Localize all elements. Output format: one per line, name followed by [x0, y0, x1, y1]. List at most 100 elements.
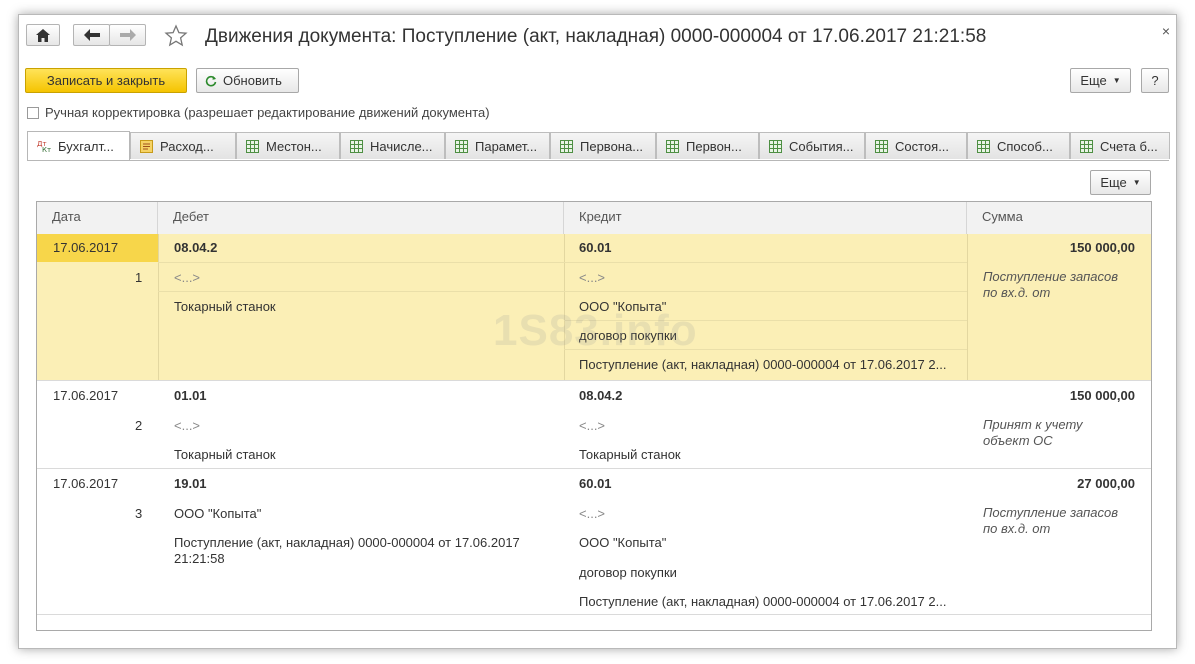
table-icon — [977, 139, 990, 153]
column-header-date[interactable]: Дата — [37, 202, 158, 234]
tab-label: Счета б... — [1100, 138, 1158, 154]
save-and-close-label: Записать и закрыть — [46, 73, 166, 88]
debit-subconto-2: Токарный станок — [174, 299, 276, 314]
tab-accruals[interactable]: Начисле... — [340, 132, 445, 159]
table-icon — [455, 139, 468, 153]
credit-subconto-2: Токарный станок — [579, 447, 681, 462]
tab-label: Состоя... — [895, 138, 950, 154]
debit-account: 08.04.2 — [174, 240, 218, 255]
credit-subconto-1: <...> — [579, 418, 606, 433]
credit-account: 60.01 — [579, 476, 612, 491]
table-icon — [246, 139, 259, 153]
debit-subconto-2: Поступление (акт, накладная) 0000-000004… — [174, 535, 520, 550]
tab-states[interactable]: Состоя... — [865, 132, 967, 159]
forward-button[interactable] — [109, 24, 146, 46]
tab-methods[interactable]: Способ... — [967, 132, 1070, 159]
row-number: 2 — [135, 418, 143, 433]
grid-more-button[interactable]: Еще ▼ — [1090, 170, 1151, 195]
table-icon — [350, 139, 363, 153]
close-icon[interactable]: × — [1162, 23, 1170, 39]
row-sum: 150 000,00 — [1069, 240, 1135, 255]
row-sum: 27 000,00 — [1077, 476, 1135, 491]
tab-label: Местон... — [266, 138, 322, 154]
grid-more-label: Еще — [1100, 175, 1127, 190]
entries-table: Дата Дебет Кредит Сумма 17.06.2017 1 08.… — [36, 201, 1152, 631]
manual-edit-checkbox[interactable] — [27, 106, 39, 119]
row-content-line-2: по вх.д. от — [983, 521, 1051, 536]
window-title: Движения документа: Поступление (акт, на… — [205, 26, 987, 47]
favorite-star-icon[interactable] — [164, 24, 188, 51]
table-row[interactable]: 17.06.2017 2 01.01 <...> Токарный станок… — [37, 381, 1151, 469]
title-bar: Движения документа: Поступление (акт, на… — [19, 15, 1176, 59]
debit-subconto-1: <...> — [174, 418, 201, 433]
credit-subconto-1: <...> — [579, 270, 606, 285]
row-number: 3 — [135, 506, 143, 521]
credit-subconto-1: <...> — [579, 506, 606, 521]
document-movements-window: Движения документа: Поступление (акт, на… — [18, 14, 1177, 649]
row-date: 17.06.2017 — [53, 388, 119, 403]
debit-subconto-2: Токарный станок — [174, 447, 276, 462]
tab-parameters[interactable]: Парамет... — [445, 132, 550, 159]
chevron-down-icon: ▼ — [1112, 76, 1121, 85]
site-watermark: 1S83.info — [493, 306, 698, 355]
credit-account: 60.01 — [579, 240, 612, 255]
row-sum: 150 000,00 — [1069, 388, 1135, 403]
back-button[interactable] — [73, 24, 110, 46]
arrow-left-icon — [83, 29, 100, 41]
row-divider — [158, 262, 967, 263]
column-divider — [158, 234, 159, 380]
credit-subconto-4: Поступление (акт, накладная) 0000-000004… — [579, 594, 947, 609]
manual-edit-row: Ручная корректировка (разрешает редактир… — [27, 105, 490, 120]
tab-label: Первона... — [580, 138, 644, 154]
svg-text:Кт: Кт — [42, 146, 51, 153]
home-icon — [36, 28, 50, 42]
row-content-line-1: Поступление запасов — [983, 505, 1119, 520]
column-header-credit[interactable]: Кредит — [564, 202, 967, 234]
tab-accounts[interactable]: Счета б... — [1070, 132, 1170, 159]
table-icon — [1080, 139, 1093, 153]
chevron-down-icon: ▼ — [1132, 178, 1141, 187]
tab-label: Начисле... — [370, 138, 433, 154]
row-content-line-1: Принят к учету — [983, 417, 1083, 432]
tab-accounting[interactable]: Дт Кт Бухгалт... — [27, 131, 130, 160]
refresh-icon — [205, 75, 217, 87]
help-button[interactable]: ? — [1141, 68, 1169, 93]
row-divider — [158, 291, 967, 292]
table-icon — [875, 139, 888, 153]
tab-label: Первон... — [686, 138, 742, 154]
debit-subconto-2-cont: 21:21:58 — [174, 551, 225, 566]
table-row[interactable]: 17.06.2017 3 19.01 ООО "Копыта" Поступле… — [37, 469, 1151, 615]
column-divider — [967, 234, 968, 380]
save-and-close-button[interactable]: Записать и закрыть — [25, 68, 187, 93]
more-menu-button[interactable]: Еще ▼ — [1070, 68, 1131, 93]
tab-location[interactable]: Местон... — [236, 132, 340, 159]
table-icon — [769, 139, 782, 153]
credit-account: 08.04.2 — [579, 388, 623, 403]
more-label: Еще — [1080, 73, 1107, 88]
tab-events[interactable]: События... — [759, 132, 865, 159]
tab-label: Способ... — [997, 138, 1053, 154]
debit-account: 19.01 — [174, 476, 207, 491]
row-number: 1 — [135, 270, 143, 285]
home-button[interactable] — [26, 24, 60, 46]
credit-subconto-2: ООО "Копыта" — [579, 535, 667, 550]
column-header-sum[interactable]: Сумма — [967, 202, 1151, 234]
row-date: 17.06.2017 — [53, 240, 119, 255]
tab-initial-2[interactable]: Первон... — [656, 132, 759, 159]
column-header-debit[interactable]: Дебет — [158, 202, 564, 234]
refresh-button[interactable]: Обновить — [196, 68, 299, 93]
tab-initial-1[interactable]: Первона... — [550, 132, 656, 159]
tab-bar: Дт Кт Бухгалт... Расход... Местон... Начи… — [27, 131, 1170, 161]
row-content-line-2: по вх.д. от — [983, 285, 1051, 300]
debit-subconto-1: <...> — [174, 270, 201, 285]
table-icon — [666, 139, 679, 153]
tab-expense[interactable]: Расход... — [130, 132, 236, 159]
tab-label: События... — [789, 138, 854, 154]
credit-subconto-4: Поступление (акт, накладная) 0000-000004… — [579, 357, 947, 372]
tab-label: Расход... — [160, 138, 214, 154]
manual-edit-label[interactable]: Ручная корректировка (разрешает редактир… — [45, 105, 490, 120]
table-header: Дата Дебет Кредит Сумма — [37, 202, 1151, 235]
debit-subconto-1: ООО "Копыта" — [174, 506, 262, 521]
row-date: 17.06.2017 — [53, 476, 119, 491]
credit-subconto-3: договор покупки — [579, 565, 677, 580]
